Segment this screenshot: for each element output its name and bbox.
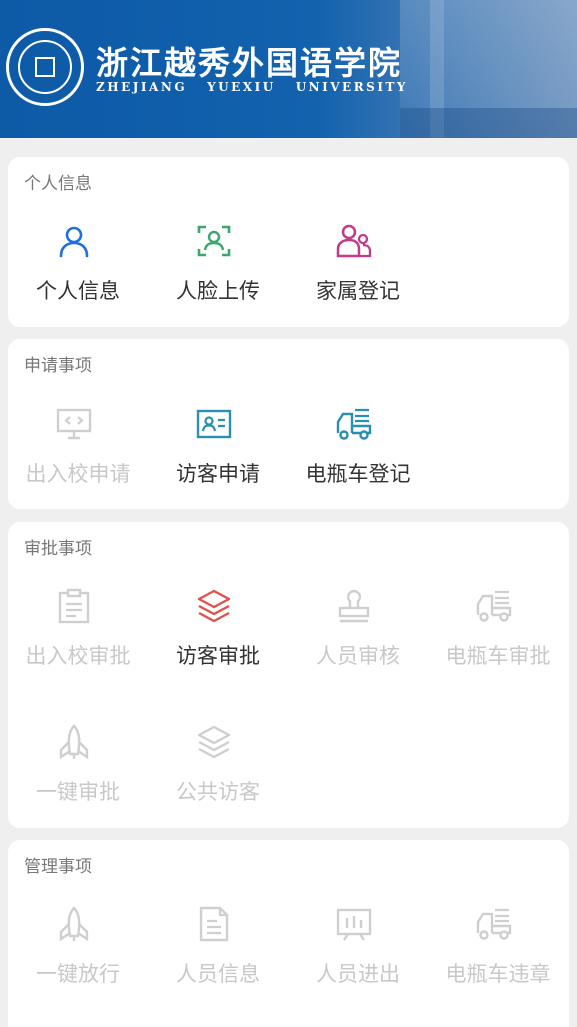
item-label: 一键放行	[36, 962, 120, 986]
campus-access-approve-item[interactable]: 出入校审批	[8, 588, 148, 698]
section-title: 管理事项	[24, 857, 92, 877]
id-card-icon	[196, 406, 232, 442]
staff-review-item[interactable]: 人员审核	[288, 588, 428, 698]
campus-access-apply-item[interactable]: 出入校申请	[8, 406, 148, 516]
layers-icon	[196, 724, 232, 760]
item-label: 访客审批	[176, 644, 260, 668]
section-title: 申请事项	[24, 356, 92, 376]
section-title: 个人信息	[24, 174, 92, 194]
family-icon	[336, 223, 372, 259]
visitor-apply-item[interactable]: 访客申请	[148, 406, 288, 516]
school-seal-logo	[6, 28, 84, 106]
chart-board-icon	[336, 906, 372, 942]
item-label: 电瓶车登记	[305, 462, 411, 486]
item-label: 电瓶车审批	[445, 644, 551, 668]
item-label: 出入校审批	[25, 644, 131, 668]
item-label: 人脸上传	[176, 279, 260, 303]
school-name-en: ZHEJIANG YUEXIU UNIVERSITY	[96, 80, 408, 94]
section-apply: 申请事项 出入校申请 访客申请 电瓶车登记	[8, 339, 569, 509]
personal-info-item[interactable]: 个人信息	[8, 223, 148, 333]
item-label: 电瓶车违章	[445, 962, 551, 986]
item-label: 公共访客	[176, 780, 260, 804]
one-click-approve-item[interactable]: 一键审批	[8, 724, 148, 834]
school-banner: 浙江越秀外国语学院 ZHEJIANG YUEXIU UNIVERSITY	[0, 0, 577, 138]
family-register-item[interactable]: 家属登记	[288, 223, 428, 333]
truck-icon	[476, 906, 512, 942]
ebike-violation-item[interactable]: 电瓶车违章	[428, 906, 568, 1016]
stamp-icon	[336, 588, 372, 624]
building-photo	[400, 0, 577, 138]
school-name-cn: 浙江越秀外国语学院	[96, 44, 403, 82]
staff-info-item[interactable]: 人员信息	[148, 906, 288, 1016]
document-icon	[196, 906, 232, 942]
item-label: 人员审核	[316, 644, 400, 668]
item-label: 个人信息	[36, 279, 120, 303]
monitor-code-icon	[56, 406, 92, 442]
section-title: 审批事项	[24, 539, 92, 559]
section-approve: 审批事项 出入校审批 访客审批 人员审核 电瓶车审批 一键审批 公共访客	[8, 522, 569, 828]
layers-icon	[196, 588, 232, 624]
one-click-release-item[interactable]: 一键放行	[8, 906, 148, 1016]
ebike-register-item[interactable]: 电瓶车登记	[288, 406, 428, 516]
section-manage: 管理事项 一键放行 人员信息 人员进出 电瓶车违章	[8, 840, 569, 1027]
item-label: 家属登记	[316, 279, 400, 303]
rocket-icon	[56, 906, 92, 942]
clipboard-icon	[56, 588, 92, 624]
item-label: 人员进出	[316, 962, 400, 986]
truck-icon	[336, 406, 372, 442]
section-personal: 个人信息 个人信息 人脸上传 家属登记	[8, 157, 569, 327]
user-icon	[56, 223, 92, 259]
truck-icon	[476, 588, 512, 624]
visitor-approve-item[interactable]: 访客审批	[148, 588, 288, 698]
rocket-icon	[56, 724, 92, 760]
item-label: 一键审批	[36, 780, 120, 804]
item-label: 出入校申请	[25, 462, 131, 486]
item-label: 访客申请	[176, 462, 260, 486]
face-upload-item[interactable]: 人脸上传	[148, 223, 288, 333]
face-scan-icon	[196, 223, 232, 259]
staff-access-log-item[interactable]: 人员进出	[288, 906, 428, 1016]
item-label: 人员信息	[176, 962, 260, 986]
public-visitor-item[interactable]: 公共访客	[148, 724, 288, 834]
ebike-approve-item[interactable]: 电瓶车审批	[428, 588, 568, 698]
